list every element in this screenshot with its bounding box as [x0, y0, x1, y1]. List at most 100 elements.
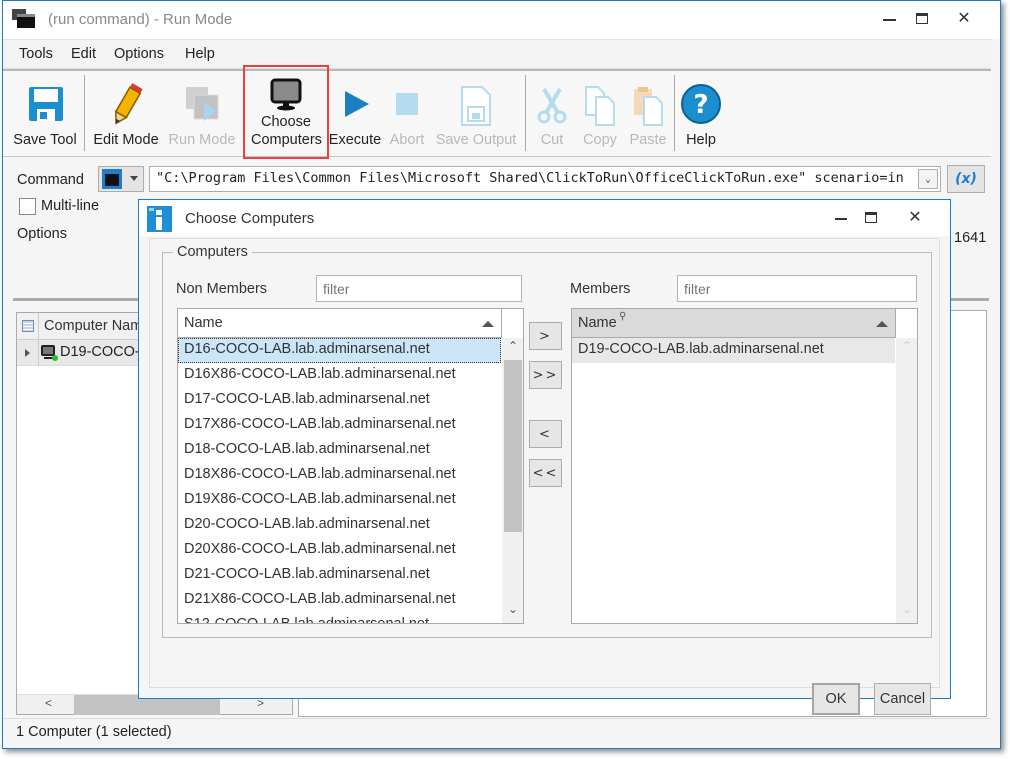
status-text: 1 Computer (1 selected)	[16, 724, 172, 740]
members-filter-input[interactable]	[677, 275, 917, 302]
scroll-thumb[interactable]	[504, 360, 522, 532]
command-history-dropdown[interactable]: ⌄	[918, 169, 938, 189]
console-icon	[102, 169, 122, 189]
list-item[interactable]: D18X86-COCO-LAB.lab.adminarsenal.net	[178, 463, 501, 488]
dialog-minimize-button[interactable]	[827, 204, 855, 230]
list-item[interactable]: D18-COCO-LAB.lab.adminarsenal.net	[178, 438, 501, 463]
floppy-disk-icon	[23, 81, 67, 131]
remove-all-button[interactable]: <<	[529, 459, 562, 487]
cancel-button[interactable]: Cancel	[874, 683, 931, 715]
command-input[interactable]: "C:\Program Files\Common Files\Microsoft…	[149, 166, 941, 192]
toolbar-separator	[84, 75, 85, 151]
list-item[interactable]: D16-COCO-LAB.lab.adminarsenal.net	[178, 338, 501, 363]
toolbar: Save Tool Edit Mode Run Mode Choose Comp…	[3, 65, 991, 159]
list-item[interactable]: D20-COCO-LAB.lab.adminarsenal.net	[178, 513, 501, 538]
save-output-button[interactable]: Save Output	[433, 71, 519, 155]
maximize-icon	[916, 12, 928, 24]
abort-button[interactable]: Abort	[385, 71, 429, 155]
maximize-icon	[865, 211, 877, 223]
column-computer-name[interactable]: Computer Nam	[44, 318, 142, 334]
grid-column-chooser[interactable]	[17, 313, 39, 340]
execute-button[interactable]: Execute	[329, 71, 381, 155]
stop-icon	[385, 81, 429, 131]
insert-variable-button[interactable]: (x)	[947, 165, 985, 193]
non-members-label: Non Members	[176, 281, 268, 297]
command-type-dropdown[interactable]	[98, 166, 144, 192]
chevron-down-icon	[130, 176, 138, 181]
table-icon	[22, 320, 34, 332]
computers-group: Computers Non Members Name D16-COCO-LAB.…	[162, 244, 932, 638]
add-selected-button[interactable]: >	[529, 322, 562, 350]
close-icon: ✕	[957, 10, 971, 27]
close-button[interactable]: ✕	[950, 5, 978, 31]
members-vertical-scrollbar[interactable]: ⌃ ⌄	[896, 338, 917, 623]
info-icon	[147, 206, 172, 232]
command-label: Command	[17, 172, 84, 188]
members-name-header[interactable]: Name ⚲	[572, 309, 896, 338]
ok-button[interactable]: OK	[812, 683, 860, 715]
non-members-name-header[interactable]: Name	[178, 309, 502, 338]
help-button[interactable]: ? Help	[679, 71, 723, 155]
list-item[interactable]: S12-COCO-LAB.lab.adminarsenal.net	[178, 613, 501, 623]
list-item[interactable]: D17X86-COCO-LAB.lab.adminarsenal.net	[178, 413, 501, 438]
members-label: Members	[570, 281, 631, 297]
scroll-down-icon[interactable]: ⌄	[502, 602, 523, 622]
choose-computers-button[interactable]: Choose Computers	[247, 71, 325, 155]
menu-bar: Tools Edit Options Help	[3, 39, 991, 69]
scroll-down-icon[interactable]: ⌄	[896, 602, 917, 622]
run-mode-button[interactable]: Run Mode	[165, 71, 239, 155]
close-icon: ✕	[908, 209, 922, 226]
menu-help[interactable]: Help	[185, 46, 215, 62]
title-bar: (run command) - Run Mode ✕	[3, 1, 1000, 39]
scroll-left-icon[interactable]: <	[45, 696, 52, 710]
add-all-button[interactable]: >>	[529, 361, 562, 389]
edit-mode-button[interactable]: Edit Mode	[89, 71, 163, 155]
dialog-close-button[interactable]: ✕	[901, 204, 929, 230]
list-item[interactable]: D21-COCO-LAB.lab.adminarsenal.net	[178, 563, 501, 588]
cut-button[interactable]: Cut	[531, 71, 573, 155]
chevron-down-icon: ⌄	[924, 173, 932, 185]
options-value-fragment: 1641	[954, 230, 987, 246]
dialog-title-bar: Choose Computers ✕	[139, 200, 950, 236]
scroll-up-icon[interactable]: ⌃	[896, 339, 917, 359]
run-mode-icon	[180, 81, 224, 131]
computer-name-cell: D19-COCO-L	[60, 344, 148, 360]
help-icon: ?	[679, 81, 723, 131]
minimize-icon	[835, 218, 847, 220]
dialog-body: Computers Non Members Name D16-COCO-LAB.…	[149, 238, 940, 715]
filter-pin-icon: ⚲	[619, 311, 627, 322]
non-members-vertical-scrollbar[interactable]: ⌃ ⌄	[502, 338, 523, 623]
dialog-maximize-button[interactable]	[857, 204, 885, 230]
app-icon	[12, 9, 36, 29]
remove-selected-button[interactable]: <	[529, 420, 562, 448]
list-item[interactable]: D21X86-COCO-LAB.lab.adminarsenal.net	[178, 588, 501, 613]
list-item[interactable]: D19-COCO-LAB.lab.adminarsenal.net	[572, 338, 895, 363]
window-title: (run command) - Run Mode	[48, 11, 233, 28]
multiline-checkbox[interactable]	[19, 198, 36, 215]
row-indicator-icon	[25, 349, 30, 357]
computer-online-icon	[41, 345, 58, 361]
copy-icon	[578, 81, 622, 131]
svg-text:?: ?	[693, 90, 708, 120]
copy-button[interactable]: Copy	[577, 71, 623, 155]
list-item[interactable]: D17-COCO-LAB.lab.adminarsenal.net	[178, 388, 501, 413]
options-label: Options	[17, 226, 67, 242]
list-item[interactable]: D20X86-COCO-LAB.lab.adminarsenal.net	[178, 538, 501, 563]
maximize-button[interactable]	[908, 5, 936, 31]
list-item[interactable]: D16X86-COCO-LAB.lab.adminarsenal.net	[178, 363, 501, 388]
menu-edit[interactable]: Edit	[71, 46, 96, 62]
minimize-button[interactable]	[875, 5, 903, 31]
menu-tools[interactable]: Tools	[19, 46, 53, 62]
menu-options[interactable]: Options	[114, 46, 164, 62]
paste-icon	[626, 81, 670, 131]
minimize-icon	[882, 19, 896, 21]
paste-button[interactable]: Paste	[625, 71, 671, 155]
list-item[interactable]: D19X86-COCO-LAB.lab.adminarsenal.net	[178, 488, 501, 513]
non-members-filter-input[interactable]	[316, 275, 522, 302]
dialog-title: Choose Computers	[185, 210, 315, 227]
multiline-label: Multi-line	[41, 198, 100, 214]
scroll-up-icon[interactable]: ⌃	[502, 339, 523, 359]
status-bar: 1 Computer (1 selected)	[3, 718, 991, 748]
sort-ascending-icon	[876, 321, 888, 327]
save-tool-button[interactable]: Save Tool	[11, 71, 79, 155]
